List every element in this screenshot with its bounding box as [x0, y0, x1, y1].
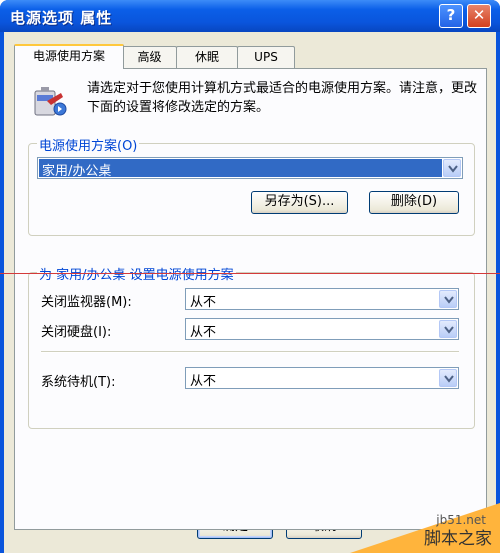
intro-text: 请选定对于您使用计算机方式最适合的电源使用方案。请注意，更改下面的设置将修改选定…: [87, 81, 478, 115]
chevron-down-icon[interactable]: [439, 290, 457, 308]
red-guide-line: [0, 273, 500, 274]
title-bar[interactable]: 电源选项 属性 ? ✕: [0, 0, 500, 32]
dialog-client: 电源使用方案 高级 休眠 UPS 请选定对于您使用计算机方式最适合的电源使用方案…: [4, 32, 496, 553]
tab-hibernate[interactable]: 休眠: [176, 46, 238, 68]
scheme-select-value: 家用/办公桌: [39, 159, 442, 179]
power-battery-icon: [34, 87, 67, 116]
harddisk-select[interactable]: 从不: [185, 318, 459, 340]
tab-advanced[interactable]: 高级: [122, 46, 177, 68]
help-button[interactable]: ?: [439, 4, 463, 28]
monitor-label: 关闭监视器(M):: [41, 295, 132, 310]
save-as-button[interactable]: 另存为(S)...: [251, 191, 348, 214]
tab-panel: 请选定对于您使用计算机方式最适合的电源使用方案。请注意，更改下面的设置将修改选定…: [14, 68, 487, 530]
close-button[interactable]: ✕: [467, 4, 491, 28]
chevron-down-icon[interactable]: [443, 159, 461, 177]
chevron-down-icon[interactable]: [439, 320, 457, 338]
scheme-select[interactable]: 家用/办公桌: [37, 157, 463, 179]
chevron-down-icon[interactable]: [439, 369, 457, 387]
monitor-select-value: 从不: [190, 295, 217, 310]
watermark-name: 脚本之家: [424, 529, 492, 549]
scheme-group-title: 电源使用方案(O): [37, 135, 140, 154]
tab-power-schemes[interactable]: 电源使用方案: [14, 44, 124, 69]
window-title: 电源选项 属性: [10, 9, 113, 27]
dialog-window: 电源选项 属性 ? ✕ 电源使用方案 高级 休眠 UPS 请选定对于您使用计算机…: [0, 0, 500, 553]
settings-divider: [41, 351, 459, 353]
standby-select-value: 从不: [190, 374, 217, 389]
monitor-select[interactable]: 从不: [185, 288, 459, 310]
tab-ups[interactable]: UPS: [237, 46, 295, 68]
delete-button[interactable]: 删除(D): [369, 191, 459, 214]
harddisk-label: 关闭硬盘(I):: [41, 325, 112, 340]
harddisk-select-value: 从不: [190, 325, 217, 340]
standby-select[interactable]: 从不: [185, 367, 459, 389]
standby-label: 系统待机(T):: [41, 375, 116, 390]
